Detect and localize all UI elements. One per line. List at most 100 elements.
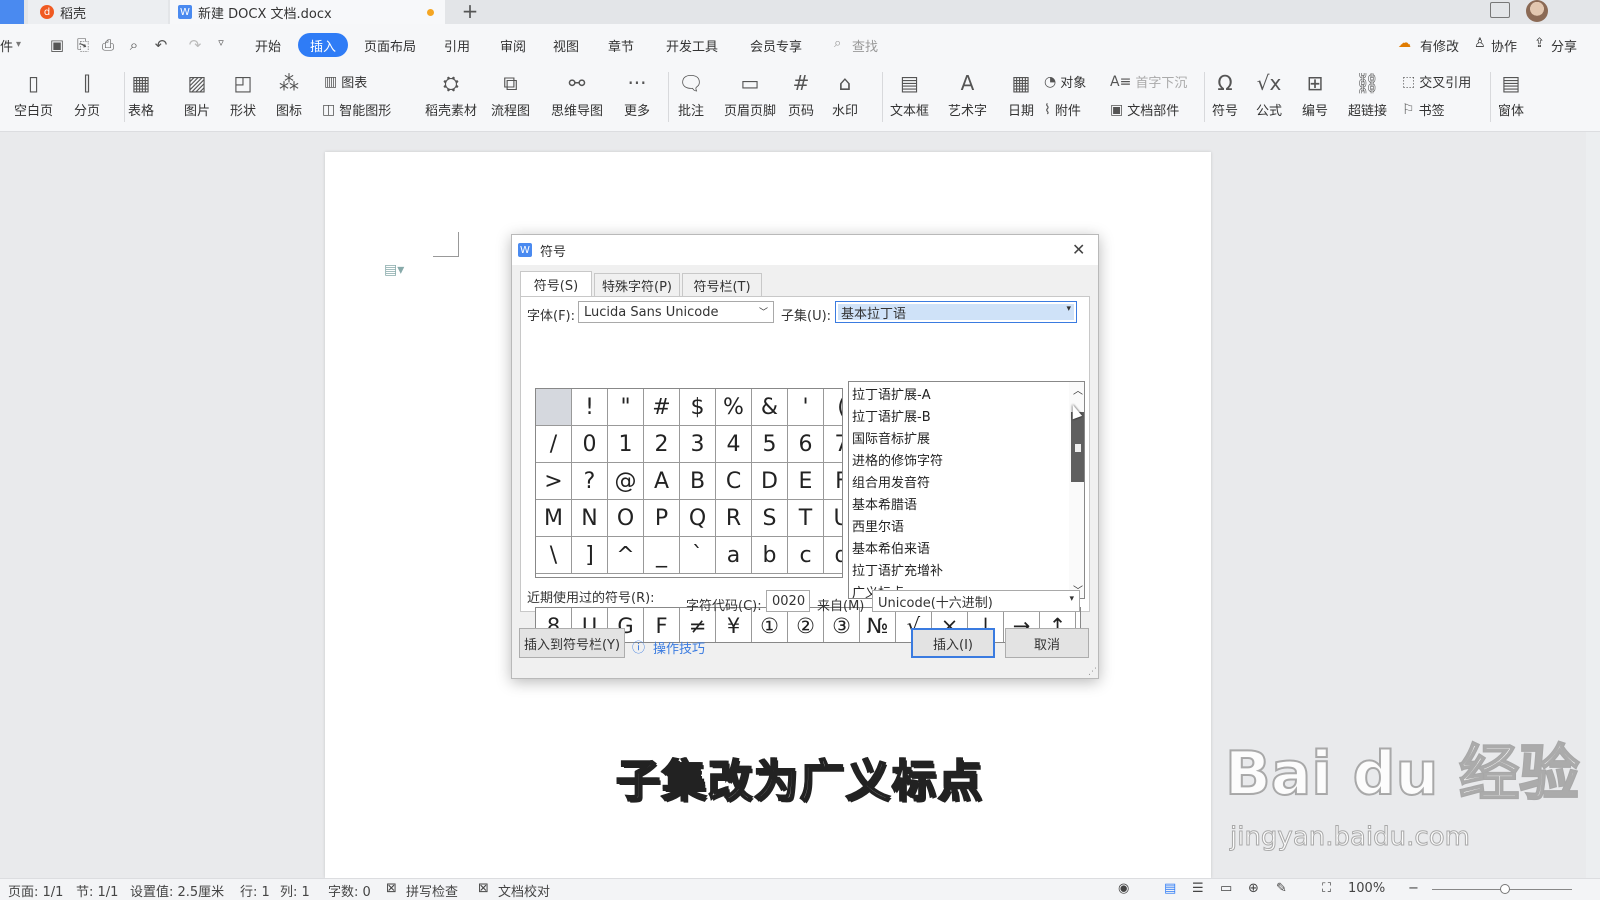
numbering-button[interactable]: ⊞ 编号 — [1302, 70, 1328, 119]
menu-start[interactable]: 开始 — [255, 36, 281, 55]
menu-file[interactable]: 件 — [0, 36, 13, 55]
save-icon[interactable]: ▣ — [48, 36, 66, 54]
symbol-cell[interactable]: 1 — [608, 426, 644, 463]
symbol-cell[interactable]: C — [716, 463, 752, 500]
date-button[interactable]: ▦ 日期 — [1008, 70, 1034, 119]
symbol-cell[interactable]: F — [824, 463, 842, 500]
status-setting[interactable]: 设置值: 2.5厘米 — [130, 881, 224, 900]
symbol-cell[interactable]: B — [680, 463, 716, 500]
subset-select[interactable]: 基本拉丁语 ▾ — [835, 301, 1077, 323]
bookmark-button[interactable]: ⚐ 书签 — [1402, 100, 1445, 120]
symbol-cell[interactable]: 3 — [680, 426, 716, 463]
symbol-cell[interactable]: > — [536, 463, 572, 500]
window-tile-icon[interactable] — [1490, 2, 1510, 18]
undo-icon[interactable]: ↶ — [152, 36, 170, 54]
redo-icon[interactable]: ↷ — [186, 36, 204, 54]
symbol-cell[interactable]: T — [788, 500, 824, 537]
symbol-cell[interactable]: 2 — [644, 426, 680, 463]
symbol-cell[interactable]: ` — [680, 537, 716, 574]
symbol-cell[interactable]: R — [716, 500, 752, 537]
export-icon[interactable]: ⎘ — [74, 36, 92, 54]
symbol-cell[interactable]: ? — [572, 463, 608, 500]
symbol-cell[interactable]: $ — [680, 389, 716, 426]
menu-reference[interactable]: 引用 — [444, 36, 470, 55]
doc-part-button[interactable]: ▣ 文档部件 — [1110, 100, 1179, 120]
zoom-out-icon[interactable]: − — [1408, 881, 1419, 896]
subset-option[interactable]: 拉丁语扩充增补 — [852, 558, 943, 580]
symbol-cell[interactable]: \ — [536, 537, 572, 574]
tips-link[interactable]: 操作技巧 — [653, 638, 705, 657]
page-break-button[interactable]: ⫿ 分页 — [74, 70, 100, 119]
symbol-cell[interactable]: a — [716, 537, 752, 574]
preview-icon[interactable]: ⌕ — [125, 36, 143, 54]
cross-ref-button[interactable]: ⬚ 交叉引用 — [1402, 72, 1471, 92]
chart-button[interactable]: ▥ 图表 — [324, 72, 367, 92]
symbol-cell[interactable]: / — [536, 426, 572, 463]
symbol-cell[interactable]: S — [752, 500, 788, 537]
page-view-icon[interactable]: ▤ — [1164, 881, 1176, 896]
symbol-cell[interactable]: c — [788, 537, 824, 574]
menu-review[interactable]: 审阅 — [500, 36, 526, 55]
subset-option[interactable]: 拉丁语扩展-B — [852, 404, 931, 426]
symbol-cell[interactable]: Q — [680, 500, 716, 537]
read-view-icon[interactable]: ▭ — [1220, 881, 1232, 896]
subset-option[interactable]: 基本希腊语 — [852, 492, 917, 514]
docer-material-button[interactable]: ⛭ 稻壳素材 — [425, 70, 477, 119]
more-button[interactable]: ··· 更多 — [624, 70, 650, 119]
font-select[interactable]: Lucida Sans Unicode ﹀ — [578, 301, 774, 323]
menu-developer[interactable]: 开发工具 — [666, 36, 718, 55]
eye-protection-icon[interactable]: ◉ — [1118, 881, 1129, 896]
close-icon[interactable]: ✕ — [1072, 240, 1085, 259]
symbol-cell[interactable]: % — [716, 389, 752, 426]
status-page[interactable]: 页面: 1/1 — [8, 881, 63, 900]
symbol-cell[interactable] — [536, 389, 572, 426]
home-tab[interactable] — [0, 0, 24, 24]
symbol-cell[interactable]: # — [644, 389, 680, 426]
shape-button[interactable]: ◰ 形状 — [230, 70, 256, 119]
from-select[interactable]: Unicode(十六进制) ▾ — [872, 590, 1080, 612]
symbol-cell[interactable]: " — [608, 389, 644, 426]
tab-symbols[interactable]: 符号(S) — [520, 271, 592, 297]
symbol-cell[interactable]: d — [824, 537, 842, 574]
symbol-cell[interactable]: _ — [644, 537, 680, 574]
hyperlink-button[interactable]: ⛓ 超链接 — [1348, 70, 1387, 119]
mindmap-button[interactable]: ⚯ 思维导图 — [551, 70, 603, 119]
icon-button[interactable]: ⁂ 图标 — [276, 70, 302, 119]
menu-view[interactable]: 视图 — [553, 36, 579, 55]
subset-option[interactable]: 国际音标扩展 — [852, 426, 930, 448]
window-form-button[interactable]: ▤ 窗体 — [1498, 70, 1524, 119]
symbol-cell[interactable]: @ — [608, 463, 644, 500]
subset-option[interactable]: 西里尔语 — [852, 514, 904, 536]
has-changes-button[interactable]: 有修改 — [1420, 36, 1459, 55]
outline-view-icon[interactable]: ☰ — [1192, 881, 1204, 896]
zoom-slider-thumb[interactable] — [1500, 884, 1510, 894]
paste-options-icon[interactable]: ▤▾ — [384, 262, 404, 278]
object-button[interactable]: ◔ 对象 — [1044, 72, 1086, 92]
symbol-cell[interactable]: 7 — [824, 426, 842, 463]
symbol-cell[interactable]: b — [752, 537, 788, 574]
symbol-grid[interactable]: !"#$%&'(/01234567 >?@ABCDEF MNOPQRSTU \]^_`… — [535, 388, 843, 578]
subset-option[interactable]: 进格的修饰字符 — [852, 448, 943, 470]
symbol-cell[interactable]: A — [644, 463, 680, 500]
status-section[interactable]: 节: 1/1 — [76, 881, 118, 900]
subset-option[interactable]: 拉丁语扩展-A — [852, 382, 931, 404]
chevron-down-icon[interactable]: ▾ — [16, 39, 21, 50]
proofread-button[interactable]: 文档校对 — [498, 881, 550, 900]
header-footer-button[interactable]: ▭ 页眉页脚 — [724, 70, 776, 119]
symbol-cell[interactable]: 4 — [716, 426, 752, 463]
symbol-cell[interactable]: ] — [572, 537, 608, 574]
formula-button[interactable]: √x 公式 — [1256, 70, 1282, 119]
symbol-cell[interactable]: M — [536, 500, 572, 537]
web-view-icon[interactable]: ⊕ — [1248, 881, 1259, 896]
symbol-cell[interactable]: E — [788, 463, 824, 500]
flowchart-button[interactable]: ⧉ 流程图 — [491, 70, 530, 119]
symbol-cell[interactable]: 6 — [788, 426, 824, 463]
status-words[interactable]: 字数: 0 — [328, 881, 371, 900]
cancel-button[interactable]: 取消 — [1005, 628, 1089, 658]
resize-grip-icon[interactable]: ⋰ — [1088, 667, 1097, 677]
scroll-up-icon[interactable]: ︿ — [1073, 382, 1083, 397]
recent-symbol-cell[interactable]: № — [860, 608, 896, 642]
symbol-cell[interactable]: 0 — [572, 426, 608, 463]
symbol-cell[interactable]: 5 — [752, 426, 788, 463]
wordart-button[interactable]: A 艺术字 — [948, 70, 987, 119]
